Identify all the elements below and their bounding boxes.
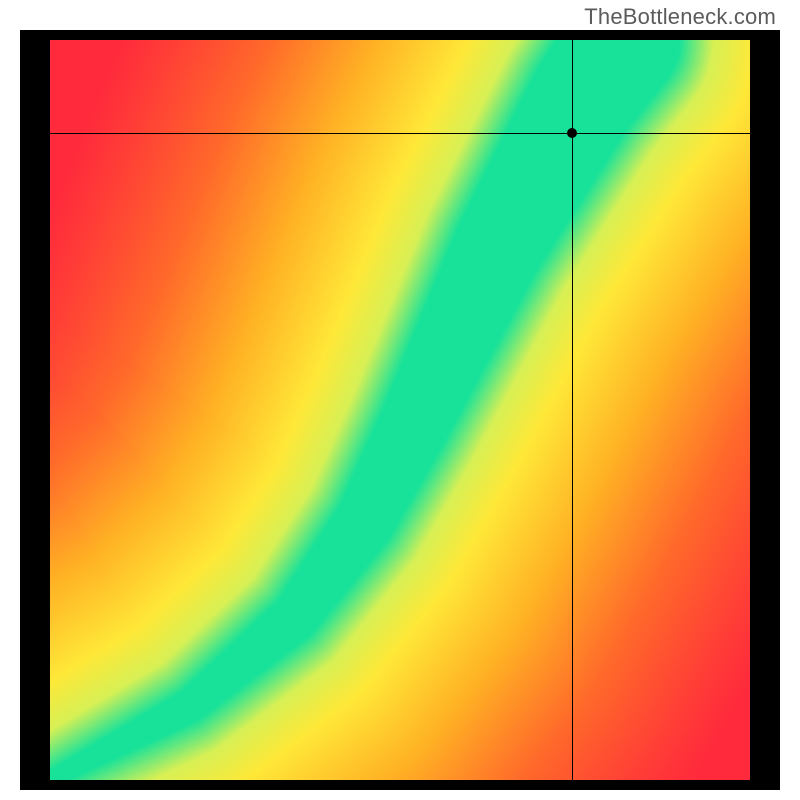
heatmap-plot [50, 40, 750, 780]
heatmap-canvas [50, 40, 750, 780]
chart-frame [20, 30, 780, 790]
watermark-text: TheBottleneck.com [584, 4, 776, 30]
